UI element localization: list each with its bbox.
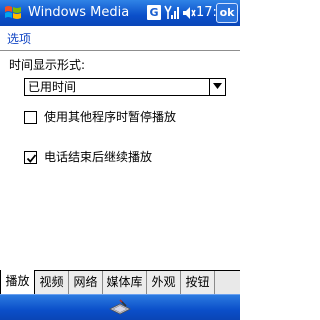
tab-video[interactable]: 视频 bbox=[35, 271, 69, 294]
signal-icon[interactable] bbox=[164, 4, 180, 22]
tab-skin[interactable]: 外观 bbox=[147, 271, 181, 294]
divider bbox=[0, 50, 240, 51]
tray-g-icon[interactable]: G bbox=[147, 5, 161, 20]
keyboard-pen-icon[interactable] bbox=[107, 299, 133, 317]
menu-bar bbox=[0, 294, 240, 320]
window-title: Windows Media bbox=[28, 5, 130, 20]
checkmark-icon bbox=[26, 154, 37, 163]
time-display-select-value: 已用时间 bbox=[28, 80, 77, 94]
tab-network[interactable]: 网络 bbox=[69, 271, 103, 294]
tab-buttons[interactable]: 按钮 bbox=[181, 271, 215, 294]
resume-after-call-checkbox[interactable] bbox=[24, 151, 37, 164]
time-display-label: 时间显示形式: bbox=[9, 58, 86, 72]
time-display-select[interactable]: 已用时间 bbox=[24, 78, 226, 96]
page-title: 选项 bbox=[7, 32, 32, 46]
title-bar: Windows Media G 17:53 ok bbox=[0, 0, 240, 26]
chevron-down-icon[interactable] bbox=[209, 79, 225, 95]
windows-flag-icon[interactable] bbox=[2, 2, 24, 24]
pause-other-programs-checkbox[interactable] bbox=[24, 111, 37, 124]
pause-other-programs-label: 使用其他程序时暂停播放 bbox=[44, 110, 177, 124]
tab-bar: 播放 视频 网络 媒体库 外观 按钮 bbox=[0, 270, 240, 294]
resume-after-call-label: 电话结束后继续播放 bbox=[44, 150, 153, 164]
pause-other-programs-option[interactable]: 使用其他程序时暂停播放 bbox=[24, 108, 224, 126]
tab-library[interactable]: 媒体库 bbox=[103, 271, 147, 294]
resume-after-call-option[interactable]: 电话结束后继续播放 bbox=[24, 148, 224, 166]
speaker-mute-icon[interactable] bbox=[182, 5, 196, 21]
ok-button[interactable]: ok bbox=[216, 3, 238, 23]
tab-playback[interactable]: 播放 bbox=[0, 270, 35, 294]
